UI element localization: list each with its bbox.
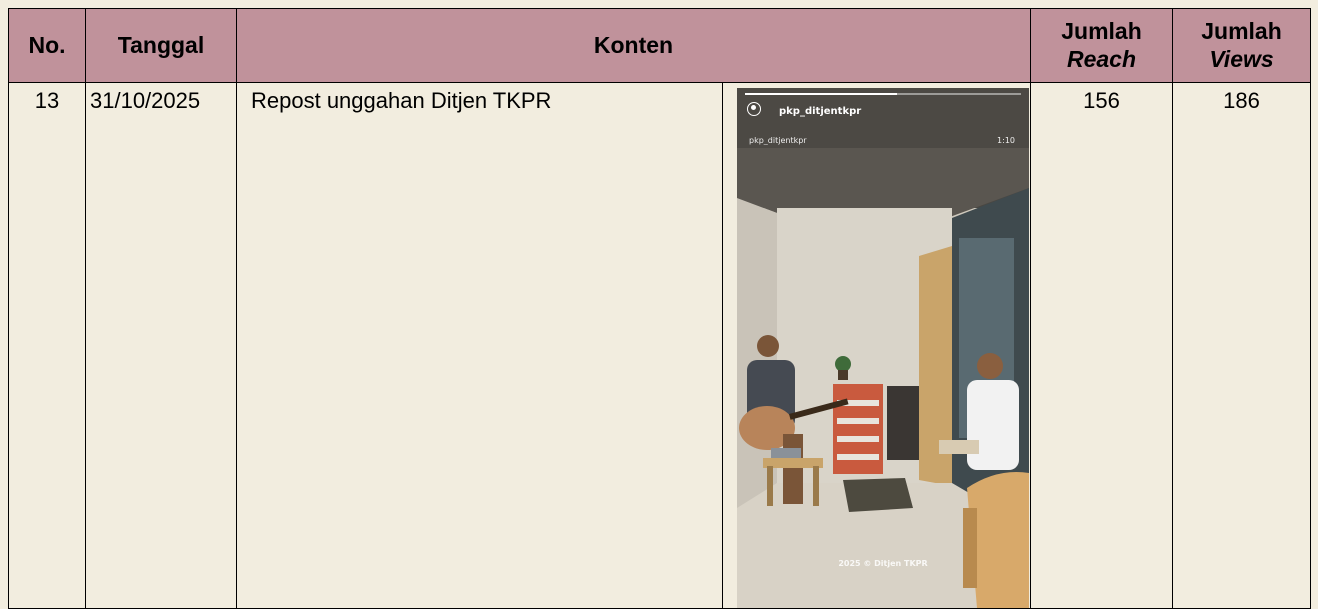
header-views-top: Jumlah	[1201, 18, 1282, 45]
cell-no: 13	[8, 82, 86, 609]
story-progress-fill	[745, 93, 897, 95]
room-scene-image	[737, 88, 1029, 608]
story-watermark: 2025 © Ditjen TKPR	[838, 559, 928, 568]
cell-tanggal: 31/10/2025	[85, 82, 237, 609]
story-username[interactable]: pkp_ditjentkpr	[779, 106, 861, 117]
header-jumlah-reach: Jumlah Reach	[1030, 8, 1173, 83]
header-reach-bottom: Reach	[1066, 45, 1137, 72]
content-report-table: No. Tanggal Konten Jumlah Reach Jumlah V…	[8, 8, 1311, 609]
cell-konten-thumbnail: pkp_ditjentkpr pkp_ditjentkpr 1:10 2025 …	[722, 82, 1031, 609]
table-header-row: No. Tanggal Konten Jumlah Reach Jumlah V…	[8, 8, 1311, 83]
story-username-sub: pkp_ditjentkpr	[749, 136, 807, 145]
cell-konten-text: Repost unggahan Ditjen TKPR	[236, 82, 723, 609]
header-no: No.	[8, 8, 86, 83]
story-progress-bar	[745, 93, 1021, 95]
header-konten: Konten	[236, 8, 1031, 83]
story-thumbnail[interactable]: pkp_ditjentkpr pkp_ditjentkpr 1:10 2025 …	[737, 88, 1029, 608]
header-tanggal: Tanggal	[85, 8, 237, 83]
story-duration: 1:10	[997, 136, 1015, 145]
cell-views: 186	[1172, 82, 1311, 609]
cell-reach: 156	[1030, 82, 1173, 609]
header-reach-top: Jumlah	[1061, 18, 1142, 45]
user-circle-icon	[747, 102, 761, 116]
table-row: 13 31/10/2025 Repost unggahan Ditjen TKP…	[8, 82, 1311, 609]
header-views-bottom: Views	[1209, 45, 1274, 72]
header-jumlah-views: Jumlah Views	[1172, 8, 1311, 83]
